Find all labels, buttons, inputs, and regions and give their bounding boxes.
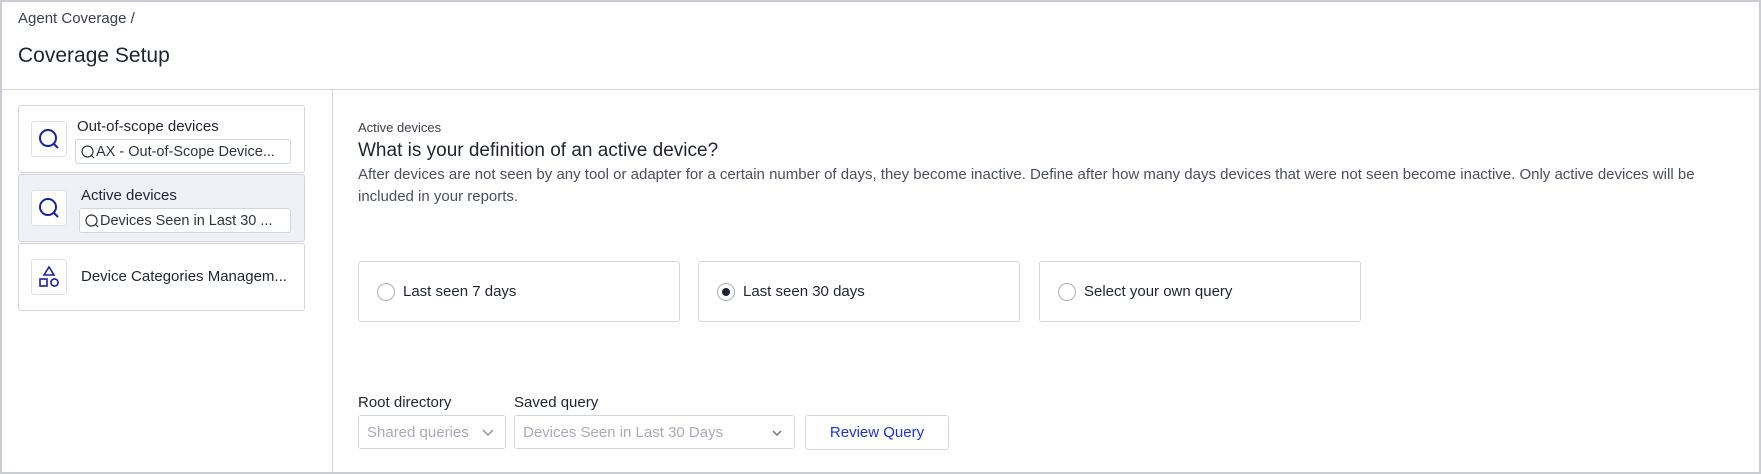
query-chip-label: AX - Out-of-Scope Device... — [96, 143, 275, 160]
sidebar-item-device-categories[interactable]: Device Categories Managem... — [18, 243, 305, 311]
chevron-down-icon — [772, 430, 782, 436]
section-question: What is your definition of an active dev… — [358, 140, 719, 161]
query-chip: AX - Out-of-Scope Device... — [75, 139, 291, 164]
sidebar-item-active-devices[interactable]: Active devices Devices Seen in Last 30 .… — [18, 174, 305, 242]
radio-button-selected[interactable] — [717, 283, 735, 301]
section-label: Active devices — [358, 120, 442, 135]
query-icon — [31, 190, 67, 226]
breadcrumb[interactable]: Agent Coverage / — [18, 10, 135, 27]
saved-query-label: Saved query — [514, 394, 599, 411]
saved-query-select[interactable]: Devices Seen in Last 30 Days — [514, 415, 795, 449]
option-select-own-query[interactable]: Select your own query — [1039, 261, 1361, 322]
query-chip-icon — [81, 144, 95, 158]
query-chip-icon — [85, 213, 99, 227]
sidebar-item-title: Active devices — [81, 187, 177, 204]
page-header: Agent Coverage / Coverage Setup — [2, 2, 1759, 90]
sidebar-item-title: Out-of-scope devices — [77, 118, 219, 135]
root-directory-select[interactable]: Shared queries — [358, 415, 506, 449]
option-label: Last seen 30 days — [743, 283, 865, 300]
query-chip-label: Devices Seen in Last 30 ... — [100, 212, 273, 229]
query-chip: Devices Seen in Last 30 ... — [79, 208, 291, 233]
radio-button[interactable] — [1058, 283, 1076, 301]
option-label: Select your own query — [1084, 283, 1233, 300]
query-icon — [31, 121, 67, 157]
option-last-seen-30-days[interactable]: Last seen 30 days — [698, 261, 1020, 322]
page-title: Coverage Setup — [18, 44, 170, 67]
option-label: Last seen 7 days — [403, 283, 517, 300]
shapes-icon — [31, 259, 67, 295]
sidebar: Out-of-scope devices AX - Out-of-Scope D… — [2, 90, 333, 472]
section-description: After devices are not seen by any tool o… — [358, 166, 1695, 205]
review-query-button[interactable]: Review Query — [805, 415, 949, 450]
chevron-down-icon — [482, 429, 494, 436]
option-last-seen-7-days[interactable]: Last seen 7 days — [358, 261, 680, 322]
sidebar-item-title: Device Categories Managem... — [81, 268, 287, 285]
saved-query-value: Devices Seen in Last 30 Days — [523, 423, 724, 441]
main-content: Active devices What is your definition o… — [334, 90, 1759, 472]
root-directory-value: Shared queries — [367, 423, 469, 441]
radio-button[interactable] — [377, 283, 395, 301]
sidebar-item-out-of-scope-devices[interactable]: Out-of-scope devices AX - Out-of-Scope D… — [18, 105, 305, 173]
root-directory-label: Root directory — [358, 394, 452, 411]
